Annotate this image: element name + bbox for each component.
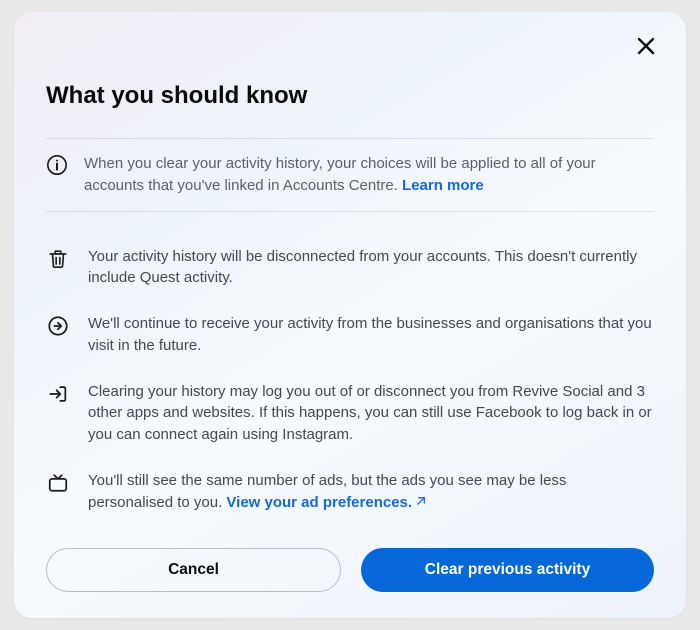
list-item: Your activity history will be disconnect…	[46, 246, 654, 290]
arrow-circle-right-icon	[46, 314, 70, 338]
info-icon	[46, 154, 68, 176]
list-item-text: Clearing your history may log you out of…	[88, 381, 654, 446]
learn-more-link[interactable]: Learn more	[402, 177, 484, 194]
list-item-text: Your activity history will be disconnect…	[88, 246, 654, 290]
info-banner: When you clear your activity history, yo…	[46, 138, 654, 212]
tv-icon	[46, 471, 70, 495]
trash-icon	[46, 247, 70, 271]
page-title: What you should know	[46, 82, 654, 110]
list-item: We'll continue to receive your activity …	[46, 313, 654, 357]
external-link-icon	[414, 493, 427, 515]
info-text-body: When you clear your activity history, yo…	[84, 155, 596, 194]
list-item: You'll still see the same number of ads,…	[46, 470, 654, 515]
modal-what-you-should-know: What you should know When you clear your…	[14, 12, 686, 618]
ad-preferences-link[interactable]: View your ad preferences.	[226, 494, 427, 511]
footer-actions: Cancel Clear previous activity	[46, 548, 654, 592]
info-text: When you clear your activity history, yo…	[84, 153, 654, 197]
cancel-button[interactable]: Cancel	[46, 548, 341, 592]
clear-previous-activity-button[interactable]: Clear previous activity	[361, 548, 654, 592]
list-item-text: We'll continue to receive your activity …	[88, 313, 654, 357]
close-icon	[636, 36, 656, 56]
logout-icon	[46, 382, 70, 406]
list-item: Clearing your history may log you out of…	[46, 381, 654, 446]
list-item-text: You'll still see the same number of ads,…	[88, 470, 654, 515]
close-button[interactable]	[632, 32, 660, 60]
info-list: Your activity history will be disconnect…	[46, 246, 654, 531]
